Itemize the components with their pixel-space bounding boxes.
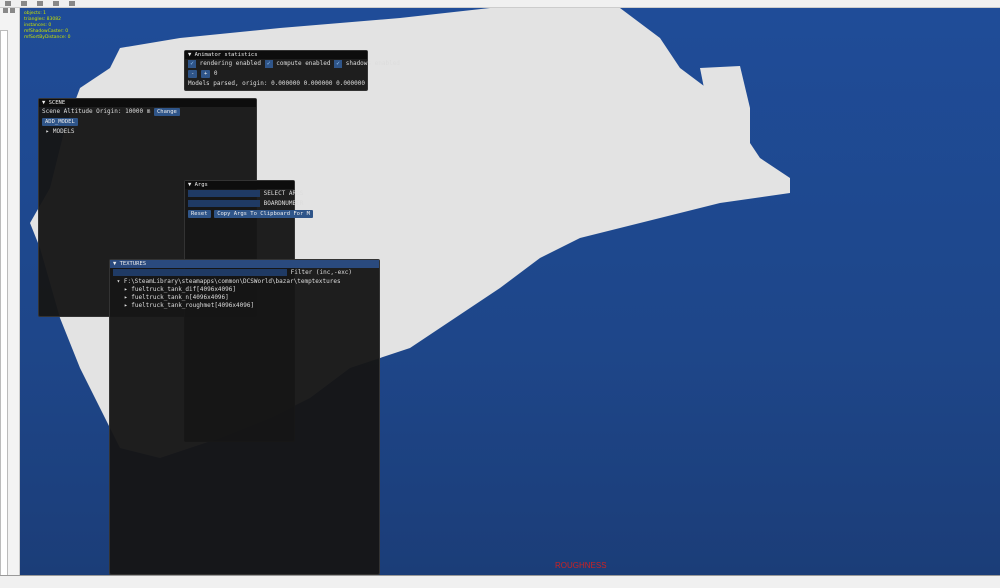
models-parsed-text: Models parsed, origin: 0.000000 0.000000… [188,80,366,87]
filter-input[interactable] [113,269,287,276]
window-title[interactable]: ▼ Args [185,181,294,189]
toolbar-icon[interactable] [5,1,11,6]
folder-tree-node[interactable]: ▾ F:\SteamLibrary\steamapps\common\DCSWo… [110,278,379,286]
animator-window: ▼ Animator statistics ✓ rendering enable… [184,50,400,91]
boardnumber-input[interactable] [188,200,260,207]
altitude-label: Scene Altitude Origin: 10000 m [42,108,151,115]
shadows-checkbox[interactable]: ✓ [334,59,343,68]
toolbar-icon[interactable] [37,1,43,6]
panel-button[interactable] [3,8,8,13]
toolbar-icon[interactable] [53,1,59,6]
decrement-button[interactable]: - [188,70,198,78]
window-title[interactable]: ▼ SCENE [39,99,256,107]
copy-args-button[interactable]: Copy Args To Clipboard For M [214,210,313,218]
texture-item[interactable]: ▸ fueltruck_tank_dif[4096x4096] [110,286,379,294]
compute-checkbox[interactable]: ✓ [264,59,273,68]
status-bar [0,575,1000,588]
left-panel [0,8,20,588]
render-stats: objects: 1 triangles: 83082 instances: 0… [24,11,70,41]
toolbar-icon[interactable] [69,1,75,6]
models-tree-node[interactable]: ▸ MODELS [39,127,256,137]
stat-sort-by-distance: mfSortByDistance: 0 [24,35,71,40]
texture-item[interactable]: ▸ fueltruck_tank_roughmet[4096x4096] [110,302,379,310]
texture-item[interactable]: ▸ fueltruck_tank_n[4096x4096] [110,294,379,302]
window-title[interactable]: ▼ TEXTURES [110,260,379,268]
window-title[interactable]: ▼ Animator statistics [185,51,367,59]
count-value: 0 [213,70,218,77]
reset-button[interactable]: Reset [188,210,211,218]
rendering-checkbox[interactable]: ✓ [188,59,196,68]
textures-window: ▼ TEXTURES Filter (inc,-exc) ▾ F:\SteamL… [109,259,380,575]
panel-close-button[interactable] [10,8,15,13]
increment-button[interactable]: + [200,70,211,78]
render-mode-label: ROUGHNESS [555,561,607,570]
toolbar-icon[interactable] [21,1,27,6]
panel-content [0,30,8,580]
top-toolbar [0,0,1000,8]
add-model-button[interactable]: ADD_MODEL [42,118,78,126]
change-button[interactable]: Change [154,108,180,116]
select-args-input[interactable] [188,190,260,197]
